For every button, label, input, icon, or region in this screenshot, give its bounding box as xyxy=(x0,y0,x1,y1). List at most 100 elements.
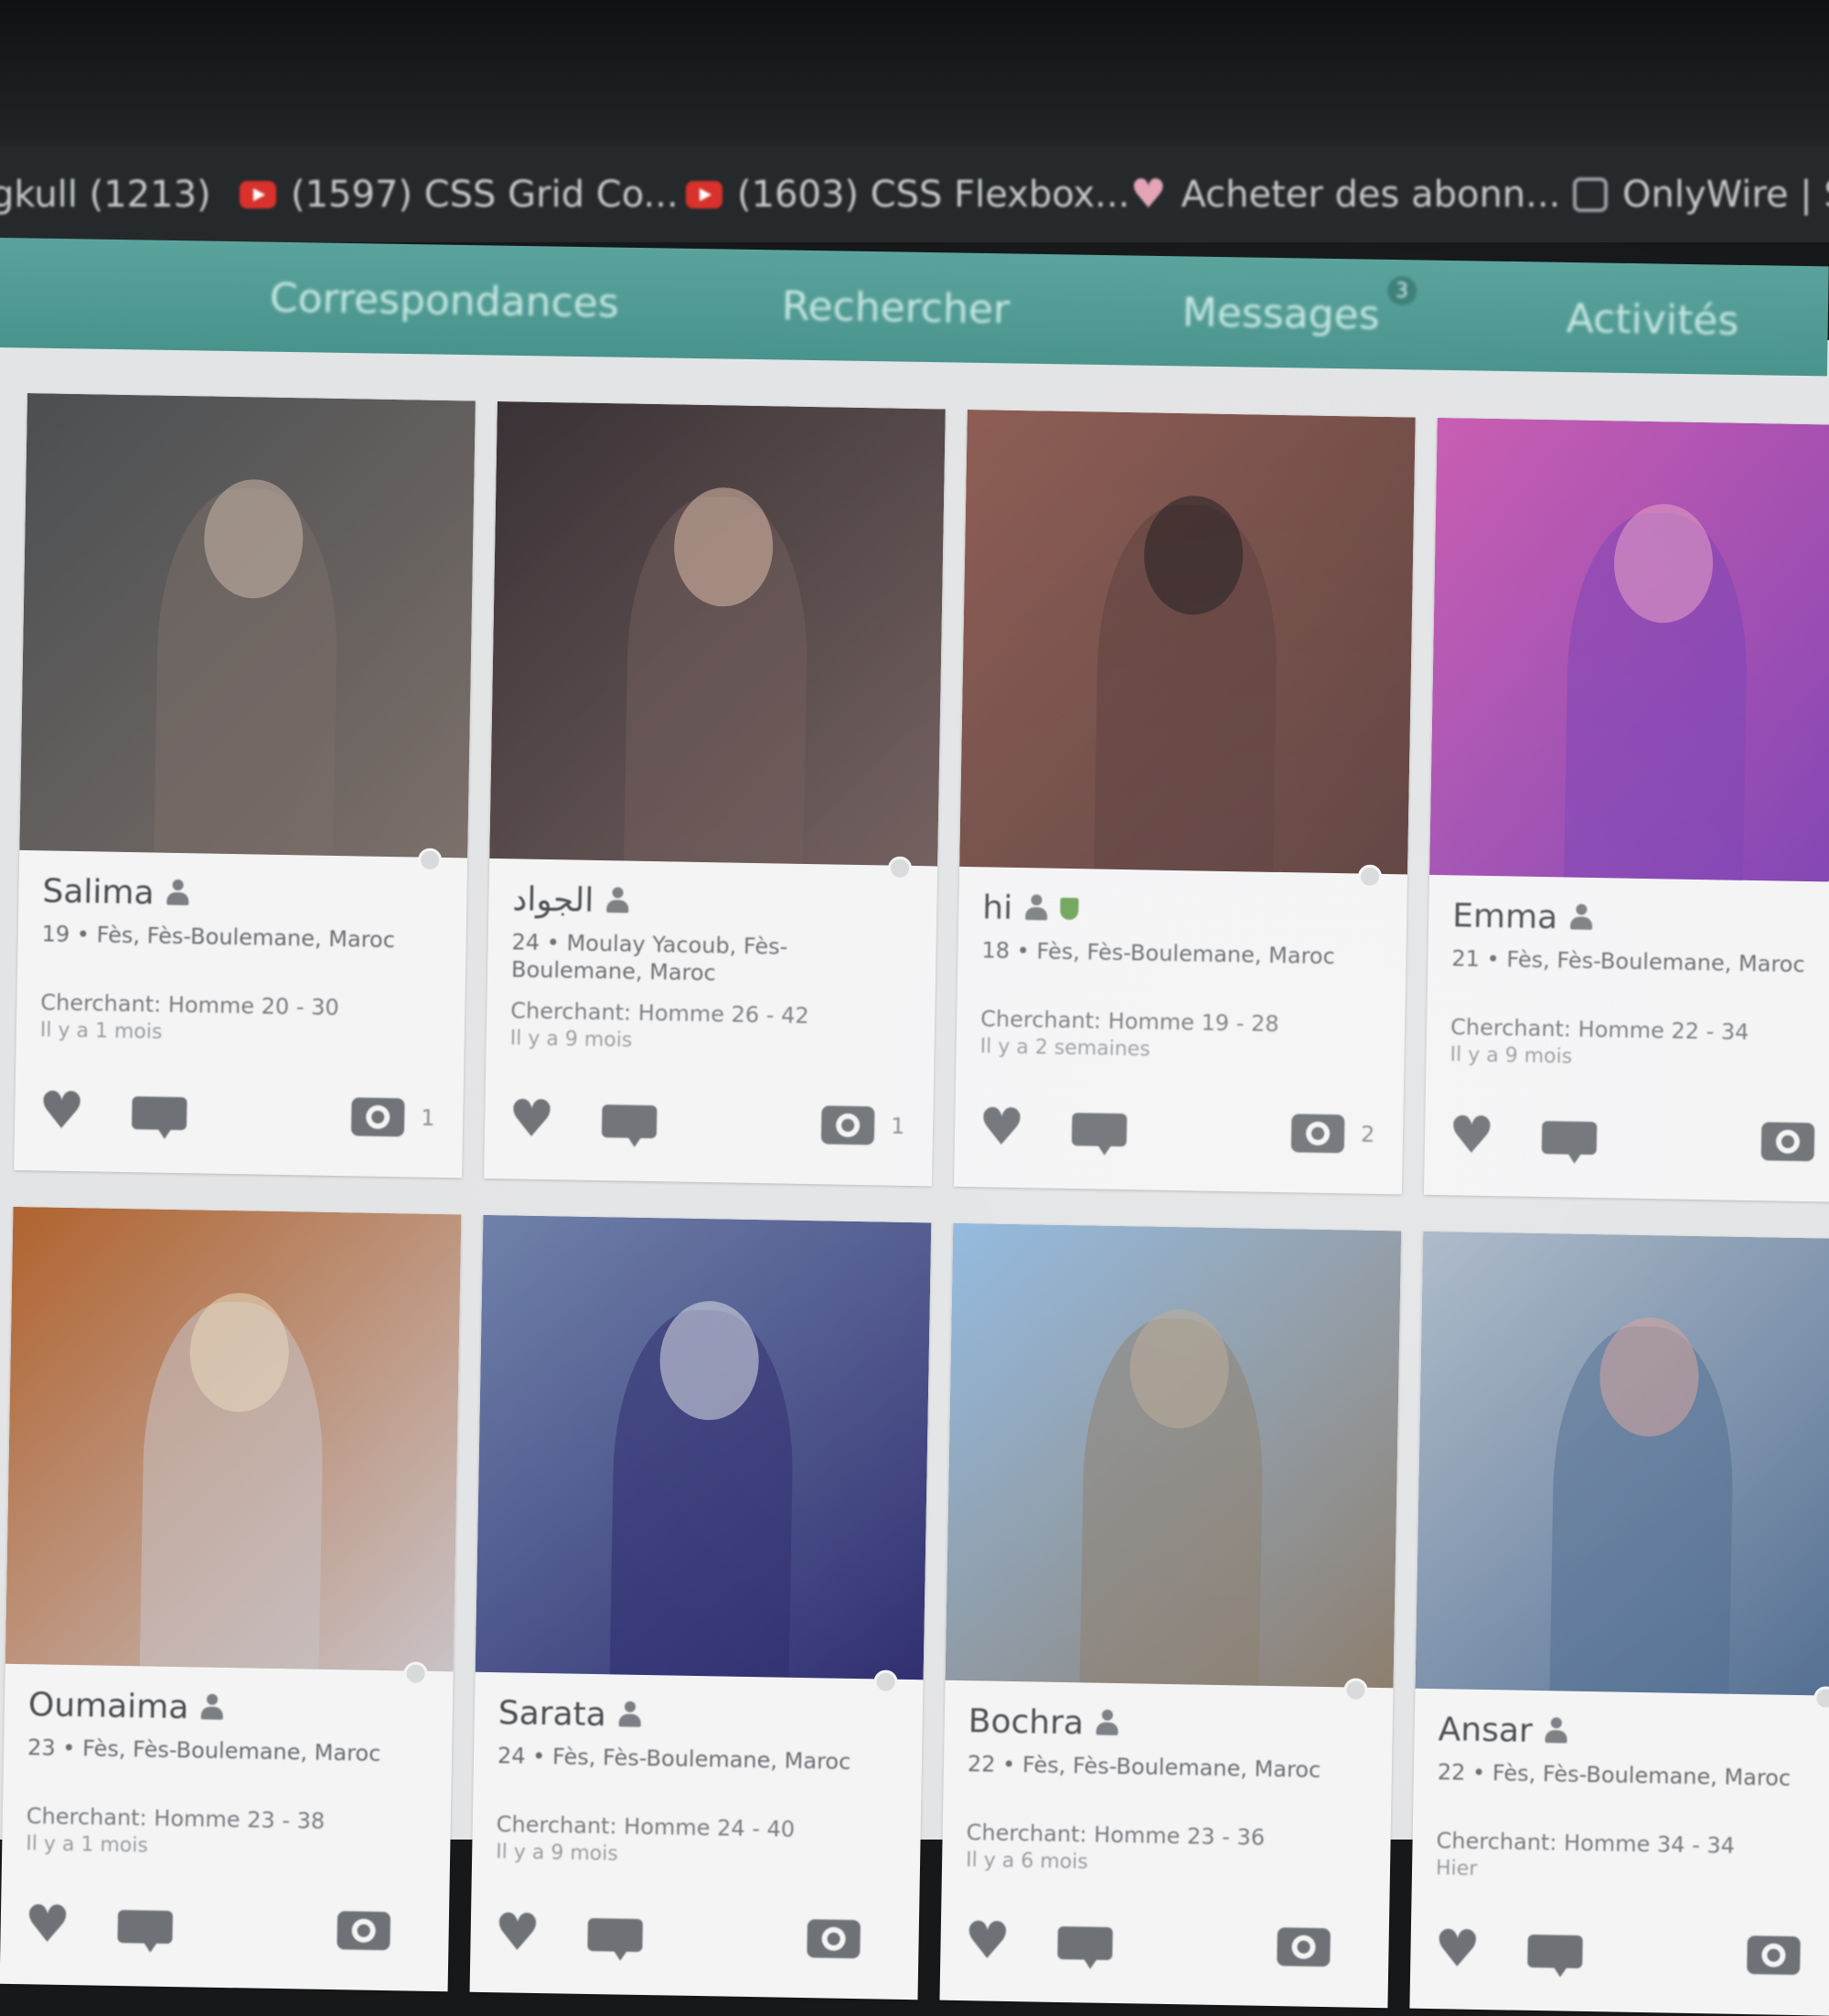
profile-info: Sarata 24 • Fès, Fès-Boulemane, Maroc Ch… xyxy=(472,1672,924,1872)
name-row: hi xyxy=(982,883,1384,938)
camera-icon[interactable] xyxy=(337,1911,390,1950)
profile-location: 21 • Fès, Fès-Boulemane, Maroc xyxy=(1451,944,1829,1007)
like-heart-icon[interactable]: ♥ xyxy=(494,1907,540,1959)
profile-photo[interactable] xyxy=(1416,1232,1829,1696)
profile-last-active: Hier xyxy=(1436,1857,1829,1887)
nav-label: Correspondances xyxy=(270,275,620,327)
profile-name[interactable]: Ansar xyxy=(1438,1711,1533,1750)
monitor-top xyxy=(0,0,1829,146)
message-chat-icon[interactable] xyxy=(1072,1113,1128,1147)
like-heart-icon[interactable]: ♥ xyxy=(979,1102,1025,1154)
camera-icon[interactable] xyxy=(1277,1927,1331,1967)
nav-messages[interactable]: Messages 3 xyxy=(1182,289,1380,338)
name-row: Ansar xyxy=(1438,1705,1829,1760)
like-heart-icon[interactable]: ♥ xyxy=(964,1915,1011,1968)
bookmark-1[interactable]: gkull (1213) xyxy=(0,172,211,218)
profile-seeking: Cherchant: Homme 24 - 40 xyxy=(497,1811,897,1844)
bookmark-label: (1603) CSS Flexbox... xyxy=(737,174,1129,216)
like-heart-icon[interactable]: ♥ xyxy=(508,1093,555,1146)
profile-name[interactable]: hi xyxy=(982,889,1013,927)
camera-icon[interactable] xyxy=(1747,1936,1801,1975)
profile-seeking: Cherchant: Homme 23 - 38 xyxy=(27,1803,427,1836)
profile-card[interactable]: Emma 21 • Fès, Fès-Boulemane, Maroc Cher… xyxy=(1424,418,1829,1202)
camera-icon[interactable] xyxy=(821,1105,875,1145)
nav-rechercher[interactable]: Rechercher xyxy=(782,283,1011,333)
profile-name[interactable]: Emma xyxy=(1452,897,1558,936)
profile-photo[interactable] xyxy=(1429,418,1829,882)
like-heart-icon[interactable]: ♥ xyxy=(1434,1924,1481,1976)
message-chat-icon[interactable] xyxy=(1527,1935,1583,1968)
card-actions: ♥ xyxy=(1424,1076,1829,1203)
profile-last-active: Il y a 2 semaines xyxy=(979,1035,1380,1065)
nav-activites[interactable]: Activités xyxy=(1566,295,1738,345)
profile-info: Bochra 22 • Fès, Fès-Boulemane, Maroc Ch… xyxy=(942,1680,1394,1880)
user-icon xyxy=(1025,894,1048,922)
profile-card[interactable]: الجواد 24 • Moulay Yacoub, Fès-Boulemane… xyxy=(484,401,946,1186)
message-chat-icon[interactable] xyxy=(118,1910,174,1944)
bookmark-3[interactable]: (1603) CSS Flexbox... xyxy=(686,172,1129,218)
profile-photo[interactable] xyxy=(476,1215,932,1680)
nav-label: Rechercher xyxy=(782,283,1011,333)
bookmarks-bar: gkull (1213) (1597) CSS Grid Co... (1603… xyxy=(0,146,1829,242)
profile-location: 18 • Fès, Fès-Boulemane, Maroc xyxy=(981,936,1383,998)
profile-card[interactable]: Oumaima 23 • Fès, Fès-Boulemane, Maroc C… xyxy=(0,1207,461,1991)
message-chat-icon[interactable] xyxy=(1057,1926,1113,1960)
bookmark-5[interactable]: OnlyWire | S xyxy=(1573,172,1829,218)
like-heart-icon[interactable]: ♥ xyxy=(1449,1110,1495,1162)
profile-photo[interactable] xyxy=(489,401,946,866)
message-chat-icon[interactable] xyxy=(132,1096,187,1130)
globe-icon xyxy=(1573,177,1608,212)
like-heart-icon[interactable]: ♥ xyxy=(24,1899,70,1951)
camera-icon[interactable] xyxy=(1291,1114,1345,1153)
name-row: Salima xyxy=(42,867,444,922)
bookmark-label: gkull (1213) xyxy=(0,174,211,216)
profile-name[interactable]: Sarata xyxy=(498,1694,607,1733)
profile-card[interactable]: hi 18 • Fès, Fès-Boulemane, Maroc Cherch… xyxy=(954,410,1416,1194)
profile-name[interactable]: Oumaima xyxy=(28,1686,189,1726)
profile-card[interactable]: Bochra 22 • Fès, Fès-Boulemane, Maroc Ch… xyxy=(939,1223,1401,2008)
bookmark-2[interactable]: (1597) CSS Grid Co... xyxy=(240,172,679,218)
profile-location: 22 • Fès, Fès-Boulemane, Maroc xyxy=(1437,1758,1829,1820)
profile-seeking: Cherchant: Homme 20 - 30 xyxy=(40,989,441,1022)
camera-icon[interactable] xyxy=(807,1919,861,1958)
profile-photo[interactable] xyxy=(19,393,476,858)
profile-location: 24 • Moulay Yacoub, Fès-Boulemane, Maroc xyxy=(511,928,913,990)
user-icon xyxy=(606,887,629,914)
message-chat-icon[interactable] xyxy=(602,1104,658,1138)
card-actions: ♥ xyxy=(0,1865,450,1992)
profile-info: Ansar 22 • Fès, Fès-Boulemane, Maroc Che… xyxy=(1412,1689,1829,1888)
photo-count: 1 xyxy=(421,1105,439,1131)
profile-name[interactable]: Bochra xyxy=(968,1702,1084,1742)
photo-count: 2 xyxy=(1361,1122,1379,1147)
message-chat-icon[interactable] xyxy=(1542,1121,1598,1155)
message-chat-icon[interactable] xyxy=(588,1918,644,1952)
verified-shield-icon xyxy=(1060,898,1078,920)
like-heart-icon[interactable]: ♥ xyxy=(38,1085,85,1137)
card-actions: ♥ 1 xyxy=(484,1060,934,1187)
profile-photo[interactable] xyxy=(946,1223,1402,1688)
camera-icon[interactable] xyxy=(1761,1122,1815,1161)
nav-correspondances[interactable]: Correspondances xyxy=(270,275,620,327)
profile-name[interactable]: الجواد xyxy=(512,880,594,920)
camera-icon[interactable] xyxy=(351,1097,405,1136)
profile-photo[interactable] xyxy=(5,1207,462,1671)
profile-name[interactable]: Salima xyxy=(42,872,155,912)
photo-count: 1 xyxy=(891,1114,909,1139)
profile-location: 22 • Fès, Fès-Boulemane, Maroc xyxy=(967,1750,1368,1812)
bookmark-label: OnlyWire | S xyxy=(1622,174,1829,216)
user-icon xyxy=(166,880,189,907)
name-row: الجواد xyxy=(512,875,914,930)
profile-photo[interactable] xyxy=(959,410,1416,874)
profile-last-active: Il y a 9 mois xyxy=(496,1840,896,1871)
profile-card[interactable]: Salima 19 • Fès, Fès-Boulemane, Maroc Ch… xyxy=(14,393,476,1178)
user-icon xyxy=(1546,1717,1568,1744)
bookmark-4[interactable]: ♥ Acheter des abonn... xyxy=(1130,172,1560,218)
profile-seeking: Cherchant: Homme 26 - 42 xyxy=(510,997,911,1030)
profile-card[interactable]: Sarata 24 • Fès, Fès-Boulemane, Maroc Ch… xyxy=(470,1215,932,2000)
profile-card[interactable]: Ansar 22 • Fès, Fès-Boulemane, Maroc Che… xyxy=(1409,1232,1829,2016)
nav-label: Messages xyxy=(1182,289,1380,338)
user-icon xyxy=(1096,1710,1119,1737)
profile-info: Oumaima 23 • Fès, Fès-Boulemane, Maroc C… xyxy=(2,1664,454,1863)
heart-icon: ♥ xyxy=(1130,175,1166,215)
profile-grid: Salima 19 • Fès, Fès-Boulemane, Maroc Ch… xyxy=(0,393,1829,2016)
